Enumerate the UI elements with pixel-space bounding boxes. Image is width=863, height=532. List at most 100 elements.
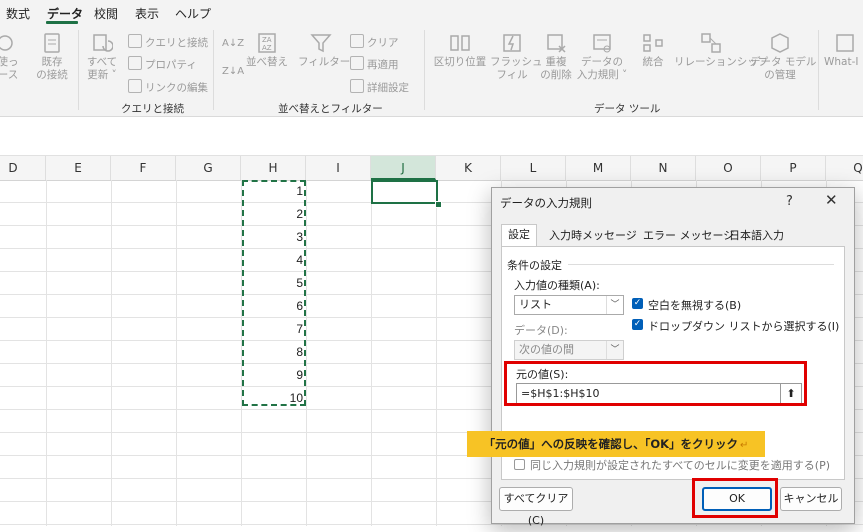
- data-validation-button[interactable]: データの 入力規則 ˅: [574, 32, 630, 82]
- ignore-blank-checkbox[interactable]: ✓: [632, 298, 643, 309]
- column-header-i[interactable]: I: [306, 156, 371, 180]
- data-validation-dialog: データの入力規則 ? ✕ 設定 入力時メッセージ エラー メッセージ 日本語入力…: [491, 187, 855, 527]
- advanced-filter-label: 詳細設定: [367, 82, 409, 94]
- manage-data-model-button[interactable]: データ モデル の管理: [750, 32, 816, 82]
- text-to-columns-icon: [450, 35, 470, 51]
- group-label-data-tools: データ ツール: [594, 103, 661, 115]
- tab-formulas[interactable]: 数式: [6, 5, 30, 22]
- advanced-filter-icon: [350, 79, 364, 93]
- column-header-l[interactable]: L: [501, 156, 566, 180]
- sort-label: 並べ替え: [246, 56, 288, 68]
- column-header-n[interactable]: N: [631, 156, 696, 180]
- edit-links-button[interactable]: リンクの編集: [128, 79, 208, 95]
- recent-sources-button[interactable]: 使っ ース: [0, 32, 20, 82]
- filter-button[interactable]: フィルター: [298, 32, 350, 69]
- reapply-button[interactable]: 再適用: [350, 56, 399, 72]
- recent-sources-label-2: ース: [0, 69, 19, 81]
- refresh-icon: [93, 34, 113, 52]
- tab-view[interactable]: 表示: [135, 5, 159, 22]
- data-select: 次の値の間 ﹀: [514, 340, 624, 360]
- column-header-f[interactable]: F: [111, 156, 176, 180]
- chevron-down-icon: ﹀: [606, 341, 623, 359]
- help-button[interactable]: ?: [786, 194, 793, 209]
- clear-filter-button[interactable]: クリア: [350, 34, 399, 50]
- column-header-m[interactable]: M: [566, 156, 631, 180]
- in-cell-dropdown-checkbox[interactable]: ✓: [632, 319, 643, 330]
- cancel-button[interactable]: キャンセル: [780, 487, 842, 511]
- refresh-all-button[interactable]: すべて 更新 ˅: [84, 32, 120, 82]
- existing-connections-icon: [44, 33, 60, 53]
- clear-filter-icon: [350, 34, 364, 48]
- formula-bar-area: [0, 117, 863, 156]
- remove-duplicates-label-2: の削除: [540, 69, 572, 81]
- svg-text:ZA: ZA: [262, 36, 272, 44]
- column-header-q[interactable]: Q: [826, 156, 863, 180]
- what-if-label: What-I: [824, 56, 859, 68]
- text-to-columns-label: 区切り位置: [433, 56, 487, 68]
- consolidate-button[interactable]: 統合: [636, 32, 670, 69]
- what-if-analysis-button[interactable]: What-I: [824, 32, 863, 69]
- relationships-button[interactable]: リレーションシップ: [674, 32, 769, 69]
- column-header-j[interactable]: J: [371, 156, 436, 180]
- dialog-tab-input-message[interactable]: 入力時メッセージ: [543, 226, 643, 246]
- instruction-callout: 「元の値」への反映を確認し、「OK」をクリック ↵: [467, 431, 765, 457]
- flash-fill-label-2: フィル: [496, 69, 528, 81]
- refresh-all-label-2: 更新 ˅: [87, 69, 117, 81]
- tab-help[interactable]: ヘルプ: [175, 5, 211, 22]
- queries-connections-button[interactable]: クエリと接続: [128, 34, 208, 50]
- ribbon: 使っ ース 既存 の接続 すべて 更新 ˅ クエリと接続 プロパティ リンクの編…: [0, 24, 863, 117]
- close-button[interactable]: ✕: [825, 191, 838, 209]
- column-header-k[interactable]: K: [436, 156, 501, 180]
- tab-data[interactable]: データ: [47, 5, 83, 22]
- ignore-blank-label: 空白を無視する(B): [648, 299, 742, 312]
- data-model-icon: [771, 33, 789, 53]
- ribbon-separator: [424, 30, 425, 110]
- column-header-o[interactable]: O: [696, 156, 761, 180]
- existing-connections-label-2: の接続: [36, 69, 68, 81]
- column-header-d[interactable]: D: [0, 156, 46, 180]
- sort-button[interactable]: ZA AZ 並べ替え: [246, 32, 288, 69]
- sort-az-button[interactable]: A↓Z: [222, 38, 244, 49]
- filter-icon: [310, 34, 332, 53]
- data-select-value: 次の値の間: [519, 343, 574, 356]
- remove-duplicates-icon: [547, 34, 566, 53]
- dialog-title: データの入力規則: [500, 196, 592, 210]
- column-header-h[interactable]: H: [241, 156, 306, 180]
- relationships-label: リレーションシップ: [674, 56, 769, 68]
- column-header-g[interactable]: G: [176, 156, 241, 180]
- flash-fill-icon: [503, 34, 521, 52]
- data-label: データ(D):: [514, 324, 568, 337]
- column-header-e[interactable]: E: [46, 156, 111, 180]
- flash-fill-button[interactable]: フラッシュ フィル: [490, 32, 543, 82]
- remove-duplicates-label-1: 重複: [545, 56, 567, 68]
- in-cell-dropdown-label: ドロップダウン リストから選択する(I): [648, 320, 840, 333]
- tab-review[interactable]: 校閲: [94, 5, 118, 22]
- allow-select-value: リスト: [519, 298, 552, 311]
- clear-filter-label: クリア: [367, 37, 399, 49]
- menu-bar: 数式 データ 校閲 表示 ヘルプ: [0, 0, 863, 24]
- column-header-p[interactable]: P: [761, 156, 826, 180]
- remove-duplicates-button[interactable]: 重複 の削除: [536, 32, 576, 82]
- fill-handle[interactable]: [435, 201, 442, 208]
- group-label-sort-filter: 並べ替えとフィルター: [278, 103, 383, 115]
- return-mark-icon: ↵: [740, 440, 749, 451]
- properties-button[interactable]: プロパティ: [128, 56, 197, 72]
- advanced-filter-button[interactable]: 詳細設定: [350, 79, 409, 95]
- data-model-label-2: の管理: [764, 69, 796, 81]
- dialog-tab-settings[interactable]: 設定: [501, 224, 537, 247]
- active-cell-j1[interactable]: [371, 180, 438, 204]
- consolidate-label: 統合: [642, 56, 664, 68]
- existing-connections-button[interactable]: 既存 の接続: [32, 32, 72, 82]
- what-if-icon: [836, 34, 854, 52]
- apply-all-checkbox[interactable]: [514, 459, 525, 470]
- text-to-columns-button[interactable]: 区切り位置: [433, 32, 487, 69]
- allow-select[interactable]: リスト ﹀: [514, 295, 624, 315]
- copy-selection-border: [242, 180, 306, 406]
- ribbon-separator: [213, 30, 214, 110]
- group-label-queries: クエリと接続: [121, 103, 184, 115]
- ribbon-separator: [818, 30, 819, 110]
- sort-za-button[interactable]: Z↓A: [222, 66, 244, 77]
- chevron-down-icon: ﹀: [606, 296, 623, 314]
- dialog-tab-ime-mode[interactable]: 日本語入力: [723, 226, 790, 246]
- clear-all-button[interactable]: すべてクリア(C): [499, 487, 573, 527]
